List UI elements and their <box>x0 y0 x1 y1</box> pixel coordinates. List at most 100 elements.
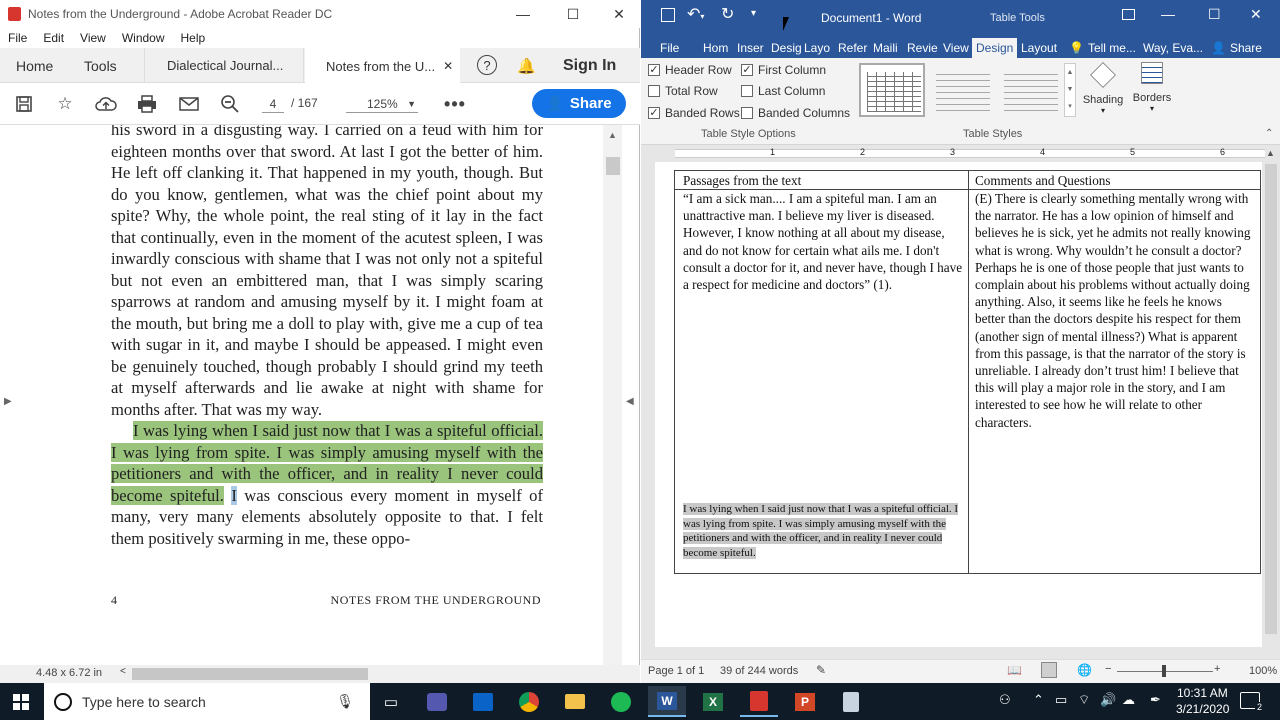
maximize-button[interactable]: ☐ <box>1208 6 1221 23</box>
save-icon[interactable] <box>13 93 35 115</box>
first-column-checkbox[interactable]: ✓ First Column <box>741 63 826 77</box>
powerpoint-icon[interactable]: P <box>786 686 824 717</box>
excel-icon[interactable]: X <box>694 686 732 717</box>
close-button[interactable]: ✕ <box>1250 6 1262 23</box>
pasted-selected-passage[interactable]: I was lying when I said just now that I … <box>683 502 959 560</box>
more-options-icon[interactable]: ••• <box>444 93 466 115</box>
word-vertical-scrollbar[interactable]: ▲ <box>1262 148 1280 647</box>
shading-button[interactable]: Shading ▾ <box>1082 62 1124 122</box>
show-hidden-icons-icon[interactable]: ⌃ <box>1033 692 1044 708</box>
collapse-ribbon-icon[interactable]: ⌃ <box>1265 128 1273 139</box>
tell-me-search[interactable]: 💡 Tell me... <box>1069 38 1136 58</box>
bookmark-star-icon[interactable]: ☆ <box>54 93 76 115</box>
left-panel-toggle-icon[interactable]: ▶ <box>4 396 12 407</box>
tab-notes-underground[interactable]: Notes from the U... ✕ <box>305 48 460 84</box>
word-count[interactable]: 39 of 244 words <box>720 665 798 677</box>
save-icon[interactable] <box>661 8 675 22</box>
onedrive-icon[interactable]: ☁ <box>1122 692 1135 708</box>
total-row-checkbox[interactable]: Total Row <box>648 84 718 98</box>
close-tab-icon[interactable]: ✕ <box>443 59 453 73</box>
tab-view[interactable]: View <box>943 38 969 58</box>
close-button[interactable]: ✕ <box>596 0 642 28</box>
redo-icon[interactable]: ↻ <box>721 4 734 24</box>
ribbon-display-icon[interactable] <box>1122 9 1135 20</box>
scroll-up-icon[interactable]: ▲ <box>608 130 617 140</box>
table-header-comments[interactable]: Comments and Questions <box>975 172 1111 189</box>
tab-dialectical-journal[interactable]: Dialectical Journal... <box>144 48 304 83</box>
people-icon[interactable]: ⚇ <box>999 692 1011 708</box>
taskbar-search-box[interactable]: Type here to search 🎙 <box>44 683 370 720</box>
word-document-page[interactable]: Passages from the text Comments and Ques… <box>655 162 1262 647</box>
spotify-icon[interactable] <box>602 686 640 717</box>
header-row-checkbox[interactable]: ✓ Header Row <box>648 63 732 77</box>
print-layout-icon[interactable] <box>1041 662 1057 678</box>
task-view-icon[interactable]: ▭ <box>372 686 410 717</box>
microphone-icon[interactable]: 🎙 <box>336 693 354 710</box>
table-header-passages[interactable]: Passages from the text <box>683 172 801 189</box>
customize-toolbar-icon[interactable]: ▾ <box>751 8 756 19</box>
read-mode-icon[interactable]: 📖 <box>1007 663 1022 677</box>
table-style-plain[interactable] <box>929 63 995 117</box>
file-explorer-icon[interactable] <box>556 686 594 717</box>
sign-in-link[interactable]: Sign In <box>563 48 616 83</box>
vertical-scrollbar[interactable] <box>603 125 622 665</box>
battery-icon[interactable]: ▭ <box>1055 692 1067 708</box>
share-button[interactable]: 👤 Share <box>532 89 626 118</box>
table-cell-comment[interactable]: (E) There is clearly something mentally … <box>975 190 1255 431</box>
maximize-button[interactable]: ☐ <box>550 0 596 28</box>
journal-table[interactable]: Passages from the text Comments and Ques… <box>674 170 1261 574</box>
menu-help[interactable]: Help <box>181 31 206 45</box>
table-style-light[interactable] <box>997 63 1063 117</box>
pen-icon[interactable]: ✒ <box>1150 692 1161 708</box>
menu-file[interactable]: File <box>8 31 27 45</box>
table-style-grid[interactable] <box>859 63 925 117</box>
tab-table-layout[interactable]: Layout <box>1021 38 1057 58</box>
vertical-ruler[interactable] <box>641 162 655 647</box>
scrollbar-thumb[interactable] <box>606 157 620 175</box>
print-icon[interactable] <box>136 93 158 115</box>
tab-layout[interactable]: Layo <box>804 38 830 58</box>
scroll-up-icon[interactable]: ▲ <box>1266 148 1275 158</box>
tab-references[interactable]: Refer <box>838 38 867 58</box>
user-account[interactable]: Way, Eva... <box>1143 38 1203 58</box>
banded-rows-checkbox[interactable]: ✓ Banded Rows <box>648 106 740 120</box>
tab-home[interactable]: Home <box>16 48 53 83</box>
bell-icon[interactable]: 🔔 <box>517 48 536 83</box>
clock-date[interactable]: 3/21/2020 <box>1176 702 1229 716</box>
tab-file[interactable]: File <box>660 38 679 58</box>
tab-tools[interactable]: Tools <box>84 48 117 83</box>
last-column-checkbox[interactable]: Last Column <box>741 84 825 98</box>
borders-button[interactable]: Borders ▾ <box>1131 62 1173 122</box>
network-icon[interactable]: ⌔ <box>1078 692 1090 708</box>
tab-design[interactable]: Desig <box>771 38 802 58</box>
volume-icon[interactable]: 🔊 <box>1100 692 1116 708</box>
tab-home[interactable]: Hom <box>703 38 728 58</box>
horizontal-ruler[interactable]: 1 2 3 4 5 6 <box>641 145 1280 162</box>
tab-review[interactable]: Revie <box>907 38 938 58</box>
clock-time[interactable]: 10:31 AM <box>1177 686 1228 700</box>
windows-start-icon[interactable] <box>2 686 40 717</box>
zoom-slider-thumb[interactable] <box>1162 665 1166 677</box>
teams-icon[interactable] <box>418 686 456 717</box>
help-icon[interactable]: ? <box>477 55 497 75</box>
horizontal-scrollbar-thumb[interactable] <box>132 668 368 680</box>
chrome-icon[interactable] <box>510 686 548 717</box>
outlook-icon[interactable] <box>464 686 502 717</box>
tab-table-design[interactable]: Design <box>972 38 1018 58</box>
page-count[interactable]: Page 1 of 1 <box>648 665 704 677</box>
app-icon[interactable] <box>832 686 870 717</box>
menu-view[interactable]: View <box>80 31 106 45</box>
banded-columns-checkbox[interactable]: Banded Columns <box>741 106 850 120</box>
zoom-percent[interactable]: 100% <box>1249 665 1277 677</box>
right-panel-toggle-icon[interactable]: ◀ <box>626 396 634 407</box>
proofing-icon[interactable]: ✎ <box>816 663 826 677</box>
minimize-button[interactable]: — <box>500 0 546 28</box>
pdf-page[interactable]: his sword in a disgusting way. I carried… <box>0 125 596 665</box>
acrobat-taskbar-icon[interactable] <box>740 686 778 717</box>
upload-cloud-icon[interactable] <box>95 93 117 115</box>
menu-window[interactable]: Window <box>122 31 165 45</box>
menu-edit[interactable]: Edit <box>43 31 64 45</box>
zoom-in-button[interactable]: + <box>1214 663 1220 675</box>
tab-insert[interactable]: Inser <box>737 38 764 58</box>
scroll-left-icon[interactable]: < <box>120 666 126 677</box>
